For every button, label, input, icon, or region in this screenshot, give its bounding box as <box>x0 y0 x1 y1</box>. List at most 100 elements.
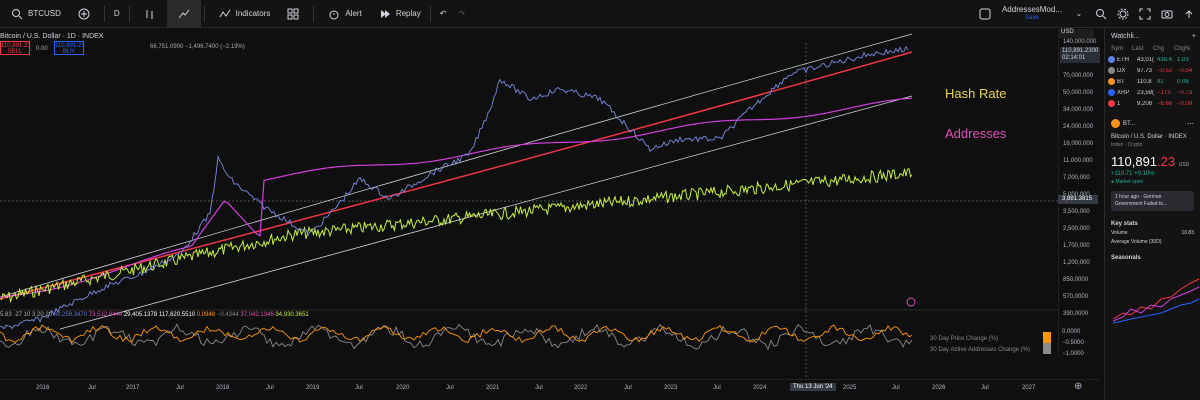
price-tick: 3,500,000 <box>1063 209 1090 215</box>
currency-select[interactable]: USD <box>1058 29 1094 38</box>
symbol-label: BTCUSD <box>28 9 61 18</box>
alert-button[interactable]: Alert <box>317 0 367 28</box>
replay-icon <box>378 7 392 21</box>
time-tick: 2024 <box>753 385 767 391</box>
oscillator-tick: −0.5000 <box>1062 340 1084 346</box>
buy-button[interactable]: 110,891.23 BUY <box>54 41 85 55</box>
watchlist-row[interactable]: XRP 23,59(−173. −0.73 <box>1105 87 1200 98</box>
sell-button[interactable]: 110,891.23 SELL <box>0 41 31 55</box>
time-tick: 2022 <box>574 385 588 391</box>
quick-search-icon[interactable] <box>1094 7 1108 21</box>
time-tick: 2027 <box>1022 385 1036 391</box>
redo-button[interactable]: ↷ <box>452 0 471 28</box>
watchlist-row[interactable]: BT 110,8 92 0.08 <box>1105 76 1200 87</box>
detail-change: +110.71 +0.10% <box>1111 171 1155 177</box>
detail-price: 110,891.23 USD <box>1111 154 1194 169</box>
oscillator-tick: −1.0000 <box>1062 351 1084 357</box>
price-axis[interactable]: 140,000.000100,000.00070,000.00050,000.0… <box>1058 29 1100 359</box>
symbol-logo-icon <box>1108 67 1115 74</box>
watchlist-header[interactable]: Watchli... + <box>1105 28 1200 44</box>
price-main: 110,891 <box>1111 154 1158 169</box>
layout-save-label: Save <box>1025 14 1039 21</box>
settings-icon[interactable] <box>1116 7 1130 21</box>
time-tick: Jul <box>892 385 900 391</box>
channel-upper-line <box>0 33 913 298</box>
replay-label: Replay <box>395 9 421 18</box>
templates-button[interactable] <box>276 0 310 28</box>
price-currency: USD <box>1178 162 1190 168</box>
hash-rate-annotation[interactable]: Hash Rate <box>945 86 1006 101</box>
chart-area[interactable]: Bitcoin / U.S. Dollar · 1D · INDEX 110,8… <box>0 29 1100 400</box>
undo-button[interactable]: ↶ <box>434 0 453 28</box>
time-tick: 2025 <box>843 385 857 391</box>
goto-date-icon[interactable]: ⊕ <box>1074 381 1082 392</box>
replay-button[interactable]: Replay <box>368 0 427 28</box>
time-tick: Jul <box>535 385 543 391</box>
alarm-icon <box>327 7 341 21</box>
price-tick: 850,0000 <box>1063 277 1089 283</box>
price-chart[interactable] <box>0 29 1058 379</box>
grid-icon <box>286 7 300 21</box>
price-series <box>0 45 909 330</box>
more-icon[interactable]: ⋯ <box>1187 120 1194 128</box>
bar-style-button[interactable] <box>133 0 167 28</box>
oscillator-value: 69,259.3470 <box>53 312 89 318</box>
layout-name-button[interactable]: AddressesMod... Save <box>996 5 1068 23</box>
time-tick: Jul <box>713 385 721 391</box>
watchlist-row[interactable]: DX 97.73 −0.52 −0.54 <box>1105 65 1200 76</box>
chevron-down-icon[interactable]: ⌄ <box>1072 7 1086 21</box>
bar-chart-icon <box>143 7 157 21</box>
watchlist-last: 110,8 <box>1137 78 1152 85</box>
alert-label: Alert <box>345 9 362 18</box>
watchlist-last: 23,59( <box>1137 89 1155 96</box>
detail-exchange: INDEX <box>1168 134 1187 140</box>
column-header[interactable]: Last <box>1132 46 1153 52</box>
news-headline[interactable]: 1 hour ago · German Government Failed to… <box>1111 191 1194 211</box>
time-tick: Jul <box>176 385 184 391</box>
crosshair-price-label: 3,881.3815 <box>1058 195 1098 204</box>
watchlist-chgp: −0.73 <box>1177 89 1193 96</box>
undo-icon: ↶ <box>439 9 447 18</box>
detail-type: Index · Crypto <box>1111 142 1143 148</box>
fullscreen-icon[interactable] <box>1138 7 1152 21</box>
add-symbol-icon[interactable]: + <box>1192 33 1196 40</box>
watchlist-row[interactable]: 1 9,208 −6.66 −0.09 <box>1105 98 1200 109</box>
layout-checkbox-icon[interactable] <box>978 7 992 21</box>
detail-name-line[interactable]: Bitcoin / U.S. Dollar · INDEX <box>1111 134 1194 140</box>
volume-row: Volume 10.83 <box>1111 230 1194 236</box>
column-header[interactable]: Chg% <box>1174 46 1195 52</box>
addresses-annotation[interactable]: Addresses <box>945 126 1006 141</box>
watchlist-chgp: −0.54 <box>1177 67 1193 74</box>
price-tick: 2,500,000 <box>1063 226 1090 232</box>
detail-symbol[interactable]: BT... <box>1123 121 1135 127</box>
symbol-search[interactable]: BTCUSD <box>0 0 67 28</box>
watchlist-row[interactable]: ETH 43,01(438.4 1.03 <box>1105 54 1200 65</box>
publish-icon[interactable] <box>1182 7 1196 21</box>
compare-button[interactable] <box>67 0 101 28</box>
watchlist-sym: 1 <box>1117 100 1121 107</box>
column-header[interactable]: Sym <box>1111 46 1132 52</box>
oscillator-value: 34,930.3651 <box>275 312 309 318</box>
volume-value: 10.83 <box>1181 230 1194 236</box>
column-header[interactable]: Chg <box>1153 46 1174 52</box>
price-tick: 16,000.000 <box>1063 141 1094 147</box>
time-tick: Jul <box>446 385 454 391</box>
price-tick: 7,000,000 <box>1063 175 1090 181</box>
seasonals-chart <box>1112 278 1200 324</box>
interval-button[interactable]: D <box>108 0 126 28</box>
indicators-label: Indicators <box>235 9 271 18</box>
divider <box>128 5 130 22</box>
symbol-details: BT... ⋯ Bitcoin / U.S. Dollar · INDEX In… <box>1105 109 1200 331</box>
address-change-swatch <box>1043 343 1051 354</box>
event-marker-icon <box>906 297 916 307</box>
indicators-button[interactable]: Indicators <box>208 0 277 28</box>
camera-icon[interactable] <box>1160 7 1174 21</box>
price-tick: 390,0000 <box>1063 311 1089 317</box>
time-tick: 2018 <box>216 385 230 391</box>
time-axis[interactable]: 2016 Jul 2017 Jul 2018 Jul 2019 Jul 2020 Jul 2021 J… <box>0 379 1100 400</box>
watchlist-last: 97.73 <box>1137 67 1153 74</box>
watchlist-chgp: 0.08 <box>1177 78 1189 85</box>
watchlist-chgp: 1.03 <box>1177 56 1189 63</box>
search-icon <box>10 7 24 21</box>
line-style-button[interactable] <box>166 0 201 28</box>
